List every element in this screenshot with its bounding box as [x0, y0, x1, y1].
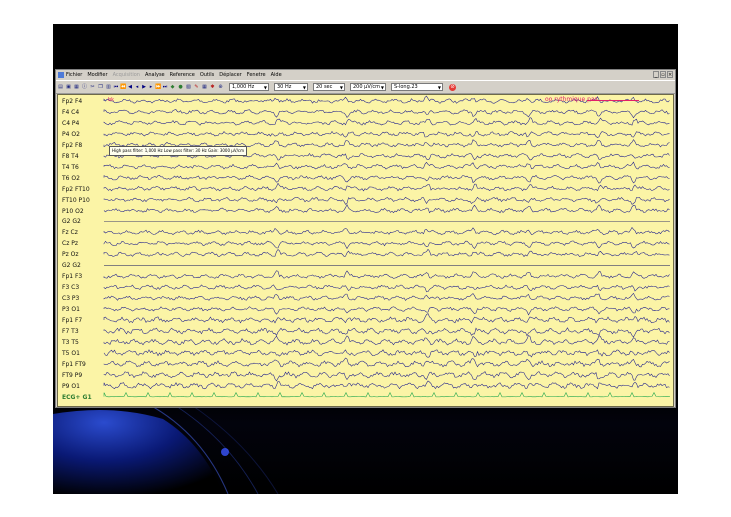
cut-icon[interactable]: ✂	[89, 84, 96, 91]
restore-button[interactable]: ▫	[660, 71, 666, 78]
event-marker[interactable]: bk	[108, 97, 114, 103]
step-forward-icon[interactable]: ▸	[148, 84, 154, 91]
rewind-icon[interactable]: ◀	[127, 84, 133, 91]
event-icon[interactable]: ●	[177, 84, 184, 91]
chevron-down-icon: ▼	[339, 85, 343, 90]
eeg-trace-eeg	[103, 109, 670, 119]
chevron-down-icon: ▼	[263, 85, 267, 90]
eeg-trace-eeg	[103, 284, 670, 293]
skip-start-icon[interactable]: ⏮	[113, 84, 119, 91]
eeg-trace-eeg	[103, 270, 670, 279]
menu-fichier[interactable]: Fichier	[66, 72, 82, 78]
high-pass-value: 1,000 Hz	[232, 84, 255, 90]
high-pass-select[interactable]: 1,000 Hz ▼	[229, 83, 269, 91]
app-icon	[58, 72, 64, 78]
open-folder-icon[interactable]: ▤	[57, 84, 64, 91]
eeg-trace-eeg	[103, 131, 670, 138]
timebase-value: 20 sec	[316, 84, 333, 90]
menu-deplacer[interactable]: Déplacer	[219, 72, 241, 78]
minimize-button[interactable]: _	[653, 71, 659, 78]
eeg-trace-eeg	[103, 327, 670, 338]
menu-bar: Fichier Modifier Acquisition Analyse Ref…	[56, 70, 675, 80]
eeg-trace-eeg	[103, 161, 670, 170]
chevron-down-icon: ▼	[380, 85, 384, 90]
close-button[interactable]: ×	[667, 71, 673, 78]
timebase-select[interactable]: 20 sec ▼	[313, 83, 345, 91]
montage-icon[interactable]: ▧	[185, 84, 192, 91]
stop-icon[interactable]: ⊘	[449, 83, 456, 91]
eeg-trace-eeg	[103, 380, 670, 390]
fast-forward-icon[interactable]: ⏩	[155, 84, 161, 91]
eeg-trace-eeg	[103, 117, 670, 126]
fast-rewind-icon[interactable]: ⏪	[120, 84, 126, 91]
gain-select[interactable]: 200 µV/cm ▼	[350, 83, 386, 91]
low-pass-value: 30 Hz	[277, 84, 292, 90]
toolbar: ▤ ▣ ▦ ⓘ ✂ ❐ ▥ ⏮ ⏪ ◀ ◂ ▶ ▸ ⏩ ⏭ ◆ ● ▧ ✎ ▦ …	[56, 80, 675, 94]
eeg-trace-area[interactable]: Fp2 F4 F4 C4 C4 P4 P4 O2 Fp2 F8 F8 T4 T4 T6 T6 …	[57, 94, 674, 407]
eeg-trace-eeg	[103, 306, 670, 316]
eeg-trace-eeg	[103, 335, 670, 346]
paste-icon[interactable]: ▥	[105, 84, 112, 91]
pen-icon[interactable]: ✎	[193, 84, 200, 91]
filter-tooltip: High pass filter: 1,000 Hz Low pass filt…	[109, 146, 248, 156]
eeg-trace-eeg	[103, 227, 670, 236]
skip-end-icon[interactable]: ⏭	[162, 84, 168, 91]
window-controls: _ ▫ ×	[653, 71, 673, 78]
eeg-trace-eeg	[103, 357, 670, 368]
print-icon[interactable]: ▦	[73, 84, 80, 91]
menu-aide[interactable]: Aide	[271, 72, 282, 78]
settings-icon[interactable]: ✱	[209, 84, 216, 91]
eeg-trace-eeg	[103, 196, 670, 205]
grid-icon[interactable]: ▦	[201, 84, 208, 91]
eeg-trace-eeg	[103, 349, 670, 358]
montage-select[interactable]: S-long.23 ▼	[391, 83, 443, 91]
eeg-viewer-window: Fichier Modifier Acquisition Analyse Ref…	[55, 69, 676, 408]
annotation-underline	[587, 100, 639, 101]
eeg-trace-eeg	[103, 313, 670, 324]
eeg-trace-eeg	[103, 203, 670, 214]
eeg-traces: bk	[103, 95, 671, 398]
play-icon[interactable]: ▶	[141, 84, 147, 91]
eeg-trace-eeg	[103, 371, 670, 382]
montage-value: S-long.23	[394, 84, 418, 90]
low-pass-select[interactable]: 30 Hz ▼	[274, 83, 308, 91]
eeg-trace-eeg	[103, 174, 670, 184]
gain-value: 200 µV/cm	[353, 84, 381, 90]
info-icon[interactable]: ⓘ	[81, 84, 88, 91]
zoom-icon[interactable]: ⊕	[217, 84, 224, 91]
copy-icon[interactable]: ❐	[97, 84, 104, 91]
eeg-trace-eeg	[103, 292, 670, 301]
eeg-trace-eeg	[103, 248, 670, 257]
menu-modifier[interactable]: Modifier	[87, 72, 107, 78]
menu-reference[interactable]: Reference	[170, 72, 195, 78]
eeg-trace-eeg	[103, 182, 670, 192]
menu-analyse[interactable]: Analyse	[145, 72, 165, 78]
menu-fenetre[interactable]: Fenetre	[247, 72, 266, 78]
eeg-trace-eeg	[103, 240, 670, 250]
menu-acquisition: Acquisition	[112, 72, 140, 78]
save-icon[interactable]: ▣	[65, 84, 72, 91]
chevron-down-icon: ▼	[437, 85, 441, 90]
eeg-trace-ecg	[103, 391, 671, 398]
chevron-down-icon: ▼	[302, 85, 306, 90]
step-back-icon[interactable]: ◂	[134, 84, 140, 91]
marker-icon[interactable]: ◆	[169, 84, 176, 91]
menu-outils[interactable]: Outils	[200, 72, 214, 78]
